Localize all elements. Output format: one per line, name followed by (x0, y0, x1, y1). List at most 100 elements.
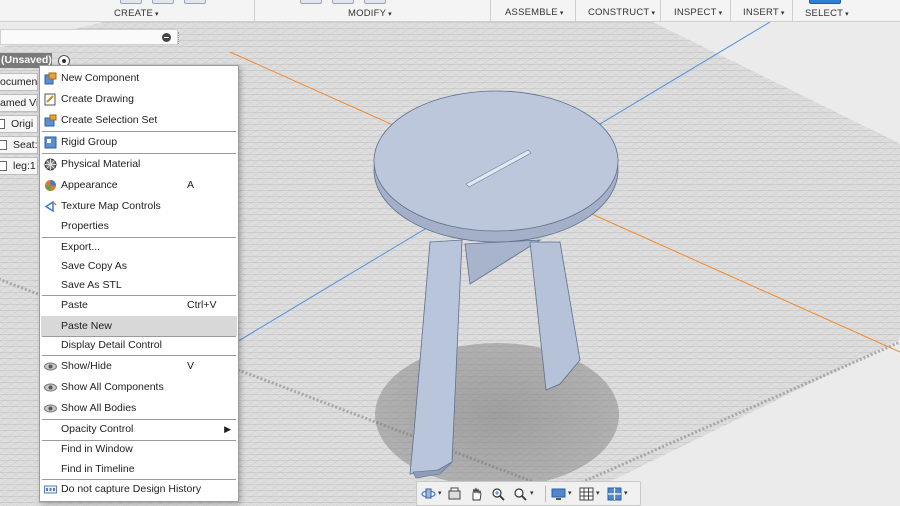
browser-item-seat[interactable]: Seat: (0, 136, 38, 154)
menu-item-label: New Component (61, 72, 140, 84)
look-at-icon (448, 487, 461, 500)
menu-item-display-detail-control[interactable]: Display Detail Control (41, 335, 237, 355)
browser-item-leg[interactable]: leg:1 (0, 157, 38, 175)
inspect-menu[interactable]: INSPECT ▾ (674, 7, 722, 18)
look-at-button[interactable] (447, 487, 462, 501)
menu-item-label: Find in Timeline (61, 463, 135, 475)
fillet-icon[interactable] (332, 0, 354, 4)
divider (490, 0, 491, 22)
create-menu[interactable]: CREATE ▾ (114, 8, 159, 19)
menu-item-properties[interactable]: Properties (41, 216, 237, 236)
display-settings-button[interactable]: ▾ (551, 487, 572, 501)
tree-item-label: Origi (11, 118, 34, 130)
grid-settings-icon (579, 487, 594, 501)
eye-icon (44, 362, 57, 371)
browser-item-named-views[interactable]: amed Vie (0, 94, 38, 112)
menu-item-label: Save As STL (61, 279, 122, 291)
pan-button[interactable] (469, 487, 484, 501)
select-label: SELECT (805, 8, 844, 19)
menu-item-texture-map-controls[interactable]: Texture Map Controls (41, 196, 237, 216)
zoom-button[interactable] (491, 487, 506, 501)
divider (792, 0, 793, 22)
select-menu[interactable]: SELECT ▾ (805, 8, 849, 19)
menu-item-shortcut: Ctrl+V (187, 299, 217, 311)
menu-item-label: Paste (61, 299, 88, 311)
menu-item-label: Show All Bodies (61, 402, 137, 414)
zoom-window-button[interactable]: ▾ (513, 487, 534, 501)
zoom-icon (492, 488, 505, 501)
chevron-down-icon: ▾ (530, 490, 534, 497)
chevron-down-icon: ▾ (438, 490, 442, 497)
menu-item-show-all-bodies[interactable]: Show All Bodies (41, 398, 237, 418)
eye-icon (44, 383, 57, 392)
menu-item-show-all-components[interactable]: Show All Components (41, 377, 237, 397)
menu-item-export[interactable]: Export... (41, 237, 237, 257)
navigation-bar: ▾ ▾ ▾ ▾ ▾ (416, 481, 641, 506)
panel-grip-icon[interactable] (178, 32, 181, 44)
construct-menu[interactable]: CONSTRUCT ▾ (588, 7, 655, 18)
menu-item-label: Show/Hide (61, 360, 112, 372)
menu-item-show-hide[interactable]: Show/Hide V (41, 356, 237, 376)
stool-seat-top (373, 90, 619, 232)
physical-material-icon (44, 158, 57, 171)
chevron-down-icon: ▾ (388, 11, 392, 18)
menu-item-label: Export... (61, 241, 101, 253)
menu-item-do-not-capture-design-history[interactable]: Do not capture Design History (41, 479, 237, 499)
assemble-label: ASSEMBLE (505, 7, 558, 18)
menu-item-label: Create Drawing (61, 93, 134, 105)
press-pull-icon[interactable] (300, 0, 322, 4)
insert-menu[interactable]: INSERT ▾ (743, 7, 785, 18)
menu-item-label: Texture Map Controls (61, 200, 161, 212)
new-component-icon (44, 72, 57, 85)
menu-item-label: Do not capture Design History (61, 483, 202, 495)
chevron-down-icon: ▾ (718, 10, 723, 17)
chevron-down-icon: ▾ (568, 490, 572, 497)
menu-item-rigid-group[interactable]: Rigid Group (41, 132, 237, 152)
eye-icon (44, 404, 57, 413)
menu-item-label: Paste New (61, 320, 112, 332)
chevron-down-icon: ▾ (596, 490, 600, 497)
ribbon-toolbar: CREATE ▾ MODIFY ▾ ASSEMBLE ▾ CONSTRUCT ▾ INS… (0, 0, 900, 22)
grid-settings-button[interactable]: ▾ (579, 487, 600, 501)
browser-item-origin[interactable]: Origi (0, 115, 38, 133)
menu-item-paste-new[interactable]: Paste New (41, 316, 237, 336)
insert-label: INSERT (743, 7, 779, 18)
menu-item-label: Find in Window (61, 443, 133, 455)
menu-item-save-as-stl[interactable]: Save As STL (41, 275, 237, 295)
move-icon[interactable] (364, 0, 386, 4)
chevron-down-icon: ▾ (624, 490, 628, 497)
create-sketch-icon[interactable] (120, 0, 142, 4)
chevron-down-icon: ▾ (780, 10, 785, 17)
browser-item-document-settings[interactable]: ocument (0, 73, 38, 91)
revolve-icon[interactable] (184, 0, 206, 4)
menu-item-label: Create Selection Set (61, 114, 158, 126)
modify-menu[interactable]: MODIFY ▾ (348, 8, 392, 19)
extrude-icon[interactable] (152, 0, 174, 4)
rigid-group-icon (44, 136, 57, 149)
menu-item-physical-material[interactable]: Physical Material (41, 154, 237, 174)
orbit-button[interactable]: ▾ (421, 487, 442, 501)
menu-item-shortcut: V (187, 360, 195, 372)
divider (545, 486, 546, 502)
assemble-menu[interactable]: ASSEMBLE ▾ (505, 7, 564, 18)
menu-item-label: Opacity Control (61, 423, 134, 435)
browser-panel-header (0, 29, 181, 45)
menu-item-create-selection-set[interactable]: Create Selection Set (41, 110, 237, 130)
menu-item-save-copy-as[interactable]: Save Copy As (41, 256, 237, 276)
menu-item-label: Properties (61, 220, 109, 232)
minimize-icon[interactable] (162, 33, 171, 42)
menu-item-create-drawing[interactable]: Create Drawing (41, 89, 237, 109)
menu-item-find-in-window[interactable]: Find in Window (41, 439, 237, 459)
menu-item-appearance[interactable]: Appearance A (41, 175, 237, 195)
menu-item-paste[interactable]: Paste Ctrl+V (41, 295, 237, 315)
menu-item-label: Appearance (61, 179, 118, 191)
viewports-icon (607, 487, 622, 501)
menu-item-find-in-timeline[interactable]: Find in Timeline (41, 459, 237, 479)
select-icon[interactable] (809, 0, 841, 4)
viewports-button[interactable]: ▾ (607, 487, 628, 501)
component-icon (0, 140, 7, 151)
menu-item-opacity-control[interactable]: Opacity Control ▶ (41, 419, 237, 439)
tree-item-label: ocument (0, 76, 38, 88)
menu-item-new-component[interactable]: New Component (41, 68, 237, 88)
zoom-window-icon (514, 488, 527, 501)
